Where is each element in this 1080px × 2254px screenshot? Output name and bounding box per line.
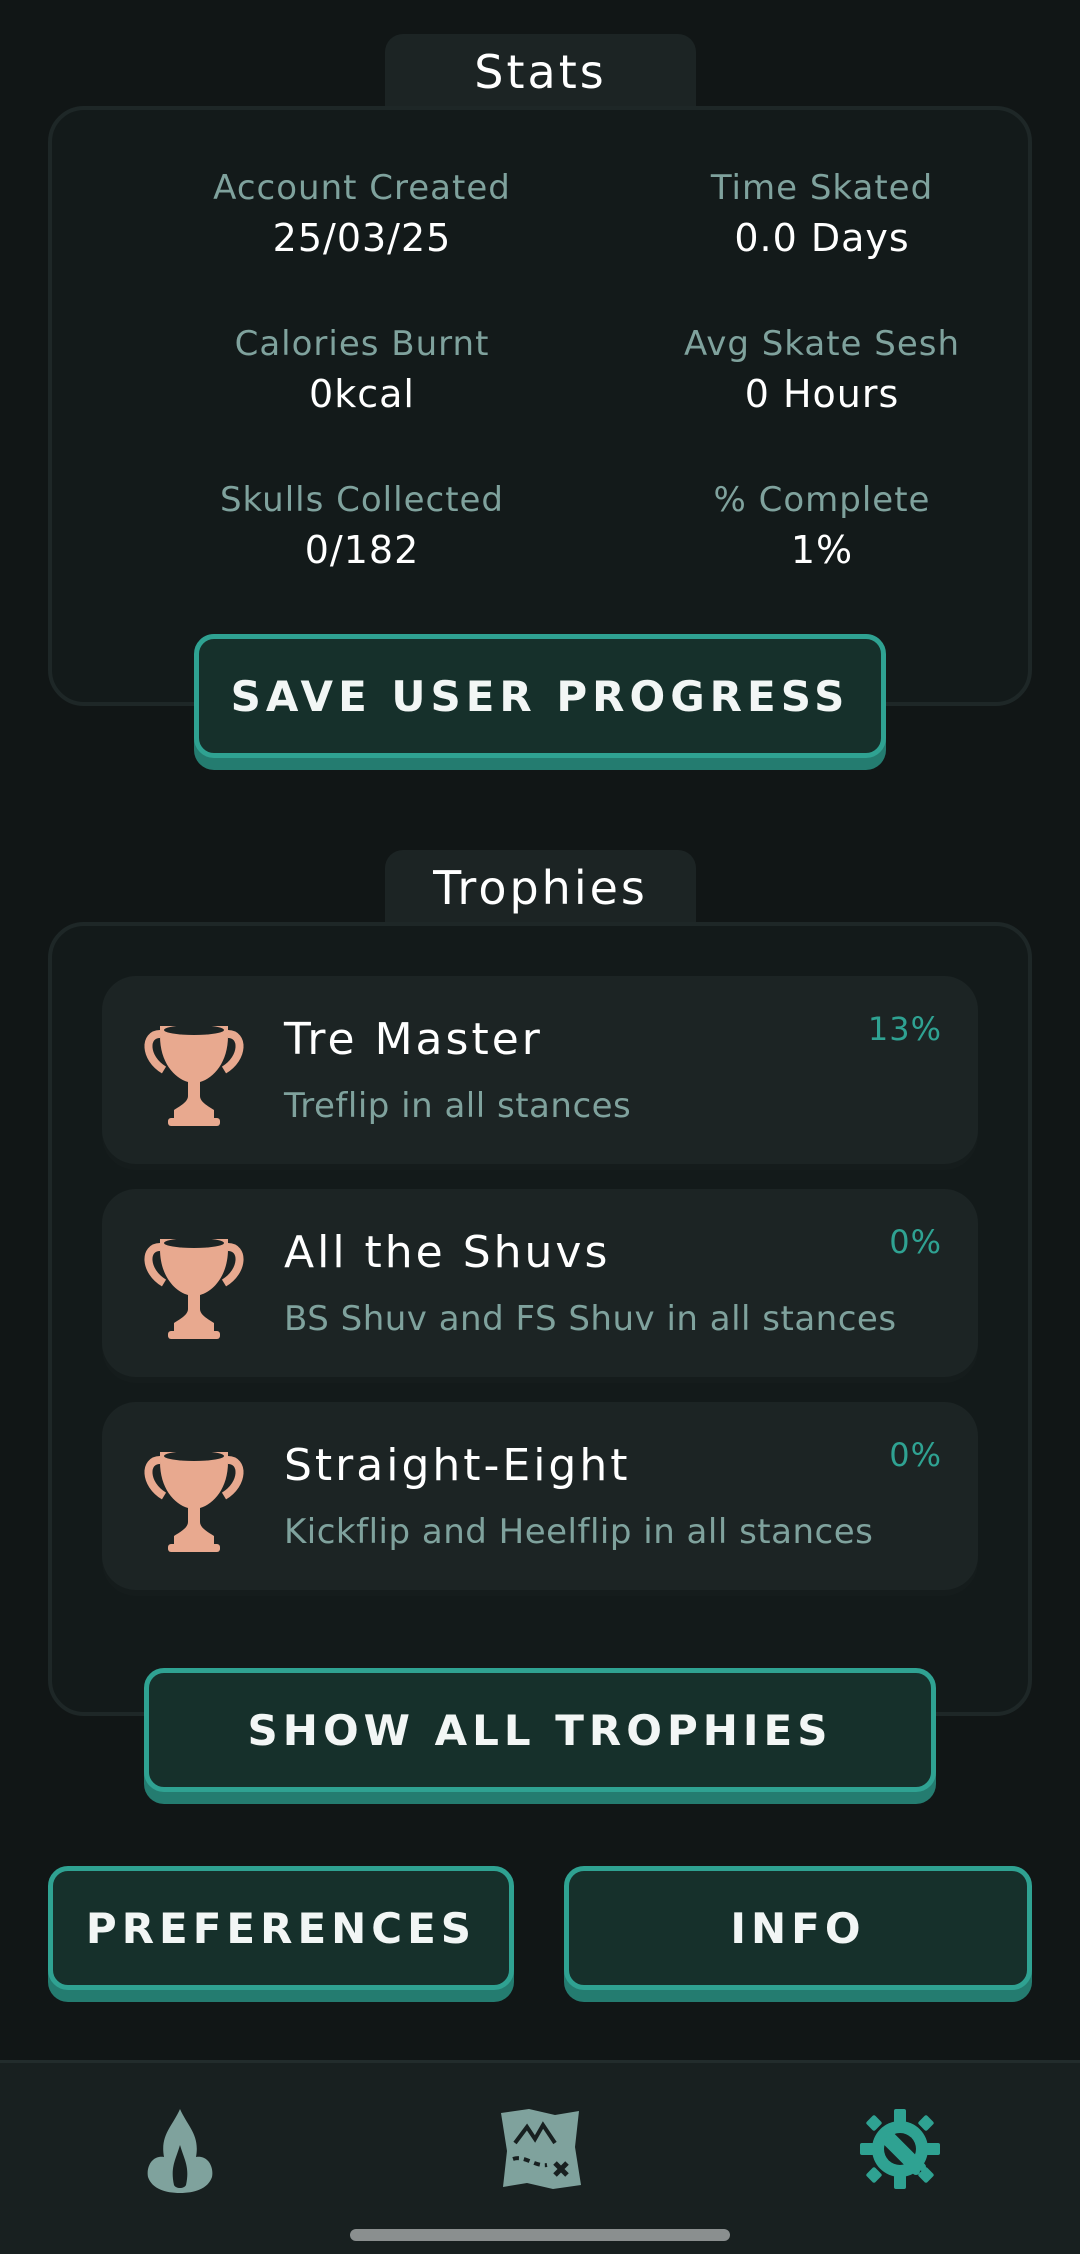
preferences-button[interactable]: PREFERENCES bbox=[48, 1866, 514, 1990]
trophy-description: BS Shuv and FS Shuv in all stances bbox=[284, 1299, 897, 1339]
trophy-description: Treflip in all stances bbox=[284, 1086, 632, 1126]
stat-percent-complete: % Complete 1% bbox=[612, 480, 1032, 572]
trophies-title: Trophies bbox=[433, 860, 648, 915]
stat-value: 0 Hours bbox=[744, 372, 900, 416]
stat-value: 0.0 Days bbox=[734, 216, 910, 260]
trophy-name: Straight-Eight bbox=[284, 1440, 631, 1491]
trophy-name: All the Shuvs bbox=[284, 1227, 611, 1278]
flame-icon bbox=[147, 2109, 213, 2193]
save-user-progress-label: SAVE USER PROGRESS bbox=[230, 671, 850, 721]
settings-wrench-gear-icon bbox=[860, 2109, 940, 2189]
profile-screen: Stats Account Created 25/03/25 Time Skat… bbox=[0, 0, 1080, 2254]
nav-map[interactable] bbox=[490, 2099, 590, 2199]
info-button[interactable]: INFO bbox=[564, 1866, 1032, 1990]
show-all-trophies-button[interactable]: SHOW ALL TROPHIES bbox=[144, 1668, 936, 1792]
treasure-map-icon bbox=[501, 2109, 581, 2189]
stat-label: Calories Burnt bbox=[234, 324, 490, 364]
stat-label: Account Created bbox=[213, 168, 511, 208]
nav-flame[interactable] bbox=[130, 2099, 230, 2199]
stats-header: Stats bbox=[385, 34, 696, 109]
trophy-card[interactable]: All the Shuvs BS Shuv and FS Shuv in all… bbox=[102, 1189, 978, 1377]
trophy-name: Tre Master bbox=[284, 1014, 543, 1065]
trophy-card[interactable]: Straight-Eight Kickflip and Heelflip in … bbox=[102, 1402, 978, 1590]
stat-account-created: Account Created 25/03/25 bbox=[152, 168, 572, 260]
preferences-label: PREFERENCES bbox=[85, 1903, 477, 1953]
trophy-description: Kickflip and Heelflip in all stances bbox=[284, 1512, 874, 1552]
info-label: INFO bbox=[730, 1903, 866, 1953]
trophy-percent: 0% bbox=[889, 1436, 942, 1474]
stats-panel: Account Created 25/03/25 Time Skated 0.0… bbox=[48, 106, 1032, 706]
stat-label: Skulls Collected bbox=[219, 480, 505, 520]
stat-time-skated: Time Skated 0.0 Days bbox=[612, 168, 1032, 260]
trophy-icon bbox=[144, 1451, 244, 1552]
save-user-progress-button[interactable]: SAVE USER PROGRESS bbox=[194, 634, 886, 758]
show-all-trophies-label: SHOW ALL TROPHIES bbox=[247, 1705, 833, 1755]
home-indicator[interactable] bbox=[350, 2229, 730, 2241]
stat-avg-skate-sesh: Avg Skate Sesh 0 Hours bbox=[612, 324, 1032, 416]
stats-title: Stats bbox=[474, 44, 607, 99]
stat-calories-burnt: Calories Burnt 0kcal bbox=[152, 324, 572, 416]
stat-value: 0kcal bbox=[309, 372, 415, 416]
stat-label: Avg Skate Sesh bbox=[683, 324, 961, 364]
stat-value: 0/182 bbox=[304, 528, 420, 572]
stat-value: 25/03/25 bbox=[272, 216, 452, 260]
stat-value: 1% bbox=[790, 528, 854, 572]
bottom-navigation bbox=[0, 2060, 1080, 2254]
trophy-percent: 0% bbox=[889, 1223, 942, 1261]
trophy-icon bbox=[144, 1238, 244, 1339]
trophy-percent: 13% bbox=[867, 1010, 942, 1048]
trophy-card[interactable]: Tre Master Treflip in all stances 13% bbox=[102, 976, 978, 1164]
stat-label: Time Skated bbox=[710, 168, 934, 208]
nav-settings[interactable] bbox=[850, 2099, 950, 2199]
stat-label: % Complete bbox=[713, 480, 931, 520]
stat-skulls-collected: Skulls Collected 0/182 bbox=[152, 480, 572, 572]
trophies-header: Trophies bbox=[385, 850, 696, 925]
trophy-icon bbox=[144, 1025, 244, 1126]
